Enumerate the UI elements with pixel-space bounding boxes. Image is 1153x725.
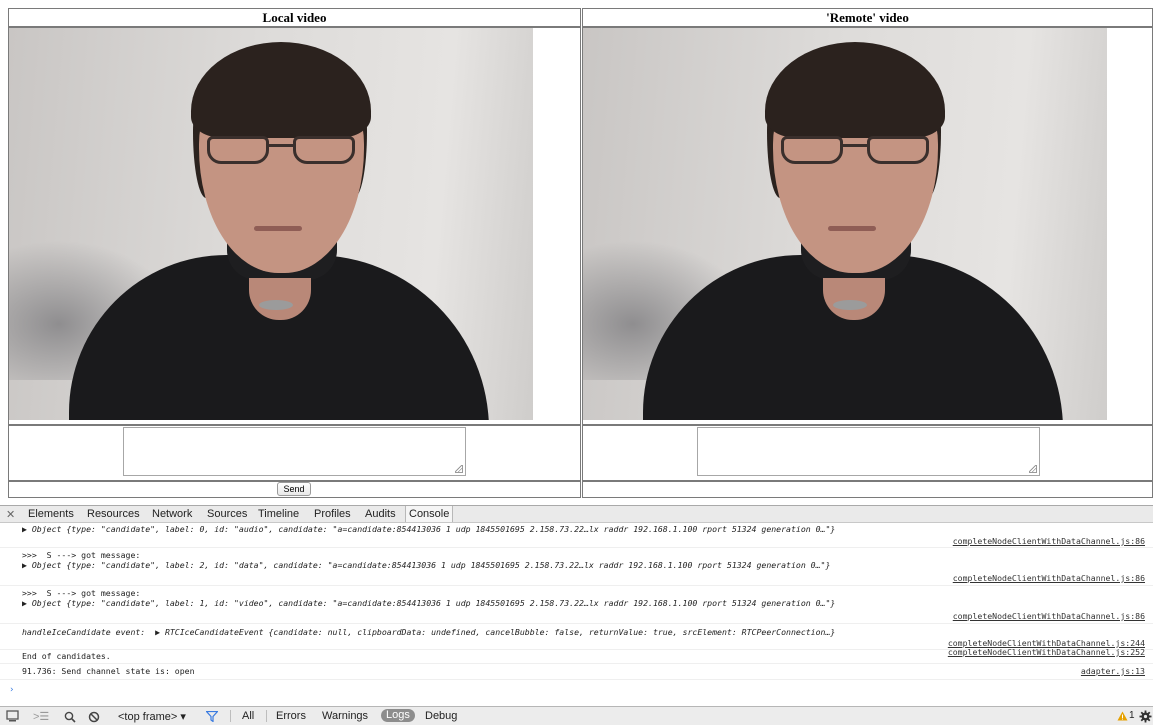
gear-icon[interactable] <box>1139 710 1152 723</box>
devtools-status-bar: >☰ <top frame> ▾ All Errors Warnings Log… <box>0 706 1153 725</box>
received-message-textarea[interactable] <box>697 427 1040 476</box>
filter-logs[interactable]: Logs <box>381 709 415 722</box>
log-text: >>> S ---> got message: <box>22 550 141 560</box>
close-devtools-icon[interactable]: ✕ <box>6 508 15 521</box>
local-video-header: Local video <box>8 8 581 27</box>
search-icon[interactable] <box>64 711 76 723</box>
local-video-header-text: Local video <box>262 10 327 25</box>
log-text: 91.736: Send channel state is: open <box>22 666 195 676</box>
remote-video <box>583 28 1107 420</box>
resize-grip-icon[interactable] <box>455 465 463 473</box>
log-text: >>> S ---> got message: <box>22 588 141 598</box>
tab-console[interactable]: Console <box>405 506 454 522</box>
console-output[interactable]: ▶ Object {type: "candidate", label: 0, i… <box>0 523 1153 704</box>
log-object[interactable]: ▶ Object {type: "candidate", label: 2, i… <box>22 560 830 570</box>
send-button[interactable]: Send <box>277 482 311 496</box>
dock-icon[interactable] <box>6 710 19 722</box>
remote-video-header-text: 'Remote' video <box>826 10 909 25</box>
log-text[interactable]: handleIceCandidate event: ▶ RTCIceCandid… <box>22 627 835 637</box>
show-drawer-icon[interactable]: >☰ <box>33 710 49 723</box>
warning-count: 1 <box>1129 710 1135 721</box>
filter-all[interactable]: All <box>242 710 254 722</box>
frame-selector[interactable]: <top frame> ▾ <box>118 710 186 723</box>
log-source-link[interactable]: completeNodeClientWithDataChannel.js:86 <box>953 573 1145 583</box>
console-message: >>> S ---> got message: ▶ Object {type: … <box>0 549 1153 586</box>
log-object[interactable]: ▶ Object {type: "candidate", label: 1, i… <box>22 598 835 608</box>
filter-icon[interactable] <box>206 711 218 722</box>
console-message: 91.736: Send channel state is: open adap… <box>0 665 1153 680</box>
log-object[interactable]: ▶ Object {type: "candidate", label: 0, i… <box>22 524 835 534</box>
remote-video-header: 'Remote' video <box>582 8 1153 27</box>
log-source-link[interactable]: adapter.js:13 <box>1081 666 1145 676</box>
filter-errors[interactable]: Errors <box>276 710 306 722</box>
tab-sources[interactable]: Sources <box>207 508 247 520</box>
local-video <box>9 28 533 420</box>
warning-icon[interactable] <box>1117 711 1128 721</box>
filter-warnings[interactable]: Warnings <box>322 710 368 722</box>
tab-elements[interactable]: Elements <box>28 508 74 520</box>
tab-network[interactable]: Network <box>152 508 192 520</box>
tab-audits[interactable]: Audits <box>365 508 396 520</box>
tab-timeline[interactable]: Timeline <box>258 508 299 520</box>
log-text: End of candidates. <box>22 651 111 661</box>
log-source-link[interactable]: completeNodeClientWithDataChannel.js:86 <box>953 536 1145 546</box>
empty-cell <box>582 481 1153 498</box>
tab-resources[interactable]: Resources <box>87 508 140 520</box>
filter-debug[interactable]: Debug <box>425 710 457 722</box>
tab-profiles[interactable]: Profiles <box>314 508 351 520</box>
console-prompt[interactable]: › <box>9 685 14 695</box>
resize-grip-icon[interactable] <box>1029 465 1037 473</box>
send-message-textarea[interactable] <box>123 427 466 476</box>
log-source-link[interactable]: completeNodeClientWithDataChannel.js:252 <box>948 647 1145 657</box>
clear-console-icon[interactable] <box>88 711 100 723</box>
console-message: End of candidates. completeNodeClientWit… <box>0 647 1153 664</box>
console-message: ▶ Object {type: "candidate", label: 0, i… <box>0 523 1153 548</box>
devtools-tab-bar: ✕ Elements Resources Network Sources Tim… <box>0 505 1153 523</box>
log-source-link[interactable]: completeNodeClientWithDataChannel.js:86 <box>953 611 1145 621</box>
console-message: >>> S ---> got message: ▶ Object {type: … <box>0 587 1153 624</box>
